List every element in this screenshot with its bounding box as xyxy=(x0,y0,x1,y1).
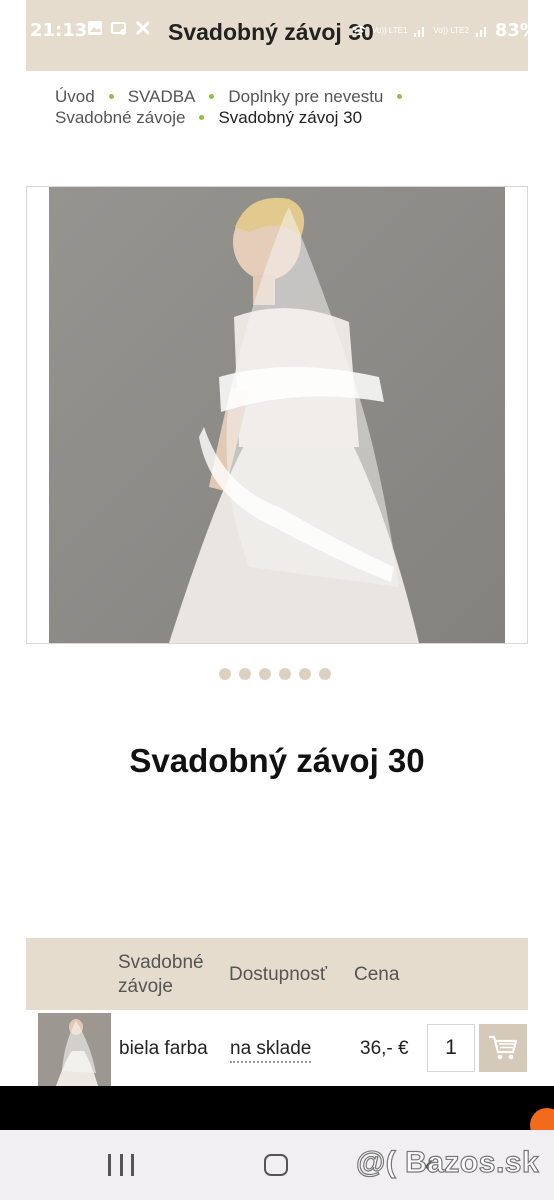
variant-availability-link[interactable]: na sklade xyxy=(230,1038,312,1063)
carousel-dot[interactable] xyxy=(259,668,271,680)
carousel-dot[interactable] xyxy=(279,668,291,680)
image-carousel-dots xyxy=(219,668,331,680)
product-image-frame xyxy=(26,186,528,644)
battery-icon xyxy=(543,22,554,39)
breadcrumb-home[interactable]: Úvod xyxy=(55,87,95,106)
variant-price: 36,- € xyxy=(360,1038,409,1059)
status-system-icons: Vo)) LTE1 Vo)) LTE2 83% xyxy=(352,20,554,41)
breadcrumb: Úvod SVADBA Doplnky pre nevestu Svadobné z… xyxy=(55,86,475,128)
status-notification-icons xyxy=(86,19,152,37)
column-header-availability: Dostupnosť xyxy=(229,964,327,985)
gallery-icon xyxy=(88,21,102,35)
signal-icon-2 xyxy=(475,26,486,37)
column-header-price: Cena xyxy=(354,964,400,985)
table-row: biela farba na sklade 36,- € 1 xyxy=(26,1010,528,1086)
x-icon xyxy=(135,20,151,36)
network-label-2: Vo)) LTE2 xyxy=(433,25,469,35)
column-header-name: Svadobné závoje xyxy=(118,952,204,997)
bride-veil-illustration xyxy=(49,187,505,643)
signal-icon-1 xyxy=(414,26,425,37)
home-icon[interactable] xyxy=(264,1154,288,1176)
wifi-icon xyxy=(352,25,366,36)
system-navigation-bar: ‹ @( Bazos.sk xyxy=(0,1130,554,1200)
breadcrumb-separator xyxy=(397,93,403,99)
watermark-text: @( Bazos.sk xyxy=(355,1145,540,1179)
carousel-dot[interactable] xyxy=(299,668,311,680)
breadcrumb-separator xyxy=(199,114,205,120)
product-title: Svadobný závoj 30 xyxy=(129,742,425,779)
variant-name: biela farba xyxy=(119,1038,208,1059)
quantity-input[interactable]: 1 xyxy=(427,1024,475,1072)
breadcrumb-svadba[interactable]: SVADBA xyxy=(128,87,196,106)
cast-icon xyxy=(111,22,126,35)
product-photo[interactable] xyxy=(49,187,505,643)
variant-thumbnail[interactable] xyxy=(38,1013,111,1086)
page-header-title: Svadobný závoj 30 xyxy=(168,19,374,45)
status-time: 21:13 xyxy=(30,20,88,41)
battery-percent: 83% xyxy=(494,20,538,41)
carousel-dot[interactable] xyxy=(219,668,231,680)
network-label-1: Vo)) LTE1 xyxy=(372,25,408,35)
breadcrumb-separator xyxy=(209,93,215,99)
bride-thumbnail-illustration xyxy=(38,1013,111,1086)
carousel-dot[interactable] xyxy=(239,668,251,680)
bottom-black-strip xyxy=(0,1086,554,1130)
breadcrumb-zavoje[interactable]: Svadobné závoje xyxy=(55,108,185,127)
breadcrumb-current: Svadobný závoj 30 xyxy=(218,108,363,127)
recents-icon[interactable] xyxy=(108,1154,134,1176)
breadcrumb-separator xyxy=(108,93,114,99)
variants-table-header: Svadobné závoje Dostupnosť Cena xyxy=(26,938,528,1010)
carousel-dot[interactable] xyxy=(319,668,331,680)
add-to-cart-button[interactable] xyxy=(479,1024,527,1072)
cart-icon xyxy=(489,1035,518,1060)
breadcrumb-doplnky[interactable]: Doplnky pre nevestu xyxy=(228,87,383,106)
